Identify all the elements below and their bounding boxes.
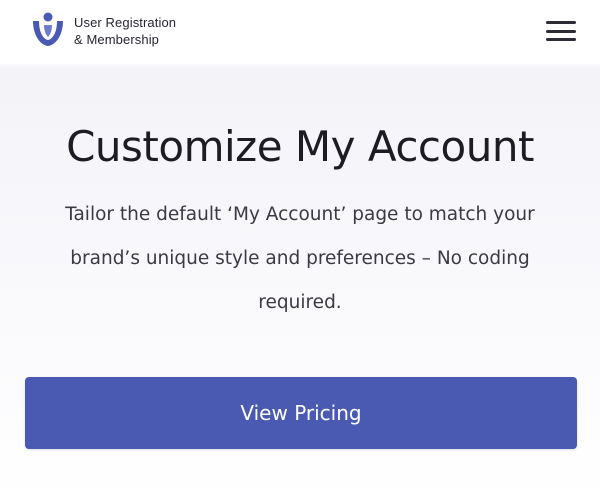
user-registration-logo-icon: [33, 12, 63, 46]
brand-name: User Registration & Membership: [74, 14, 176, 48]
hero-description: Tailor the default ‘My Account’ page to …: [65, 204, 535, 313]
hamburger-menu-icon: [546, 21, 576, 24]
brand-line-2: & Membership: [74, 32, 160, 47]
site-logo[interactable]: [30, 11, 66, 49]
page-title: Customize My Account: [66, 122, 534, 171]
hamburger-menu-icon-bar: [546, 29, 576, 33]
menu-button[interactable]: [544, 19, 578, 43]
site-header: User Registration & Membership: [0, 0, 600, 64]
hamburger-menu-icon-bar: [546, 38, 576, 41]
view-pricing-button[interactable]: View Pricing: [25, 377, 577, 449]
brand-line-1: User Registration: [74, 15, 177, 30]
